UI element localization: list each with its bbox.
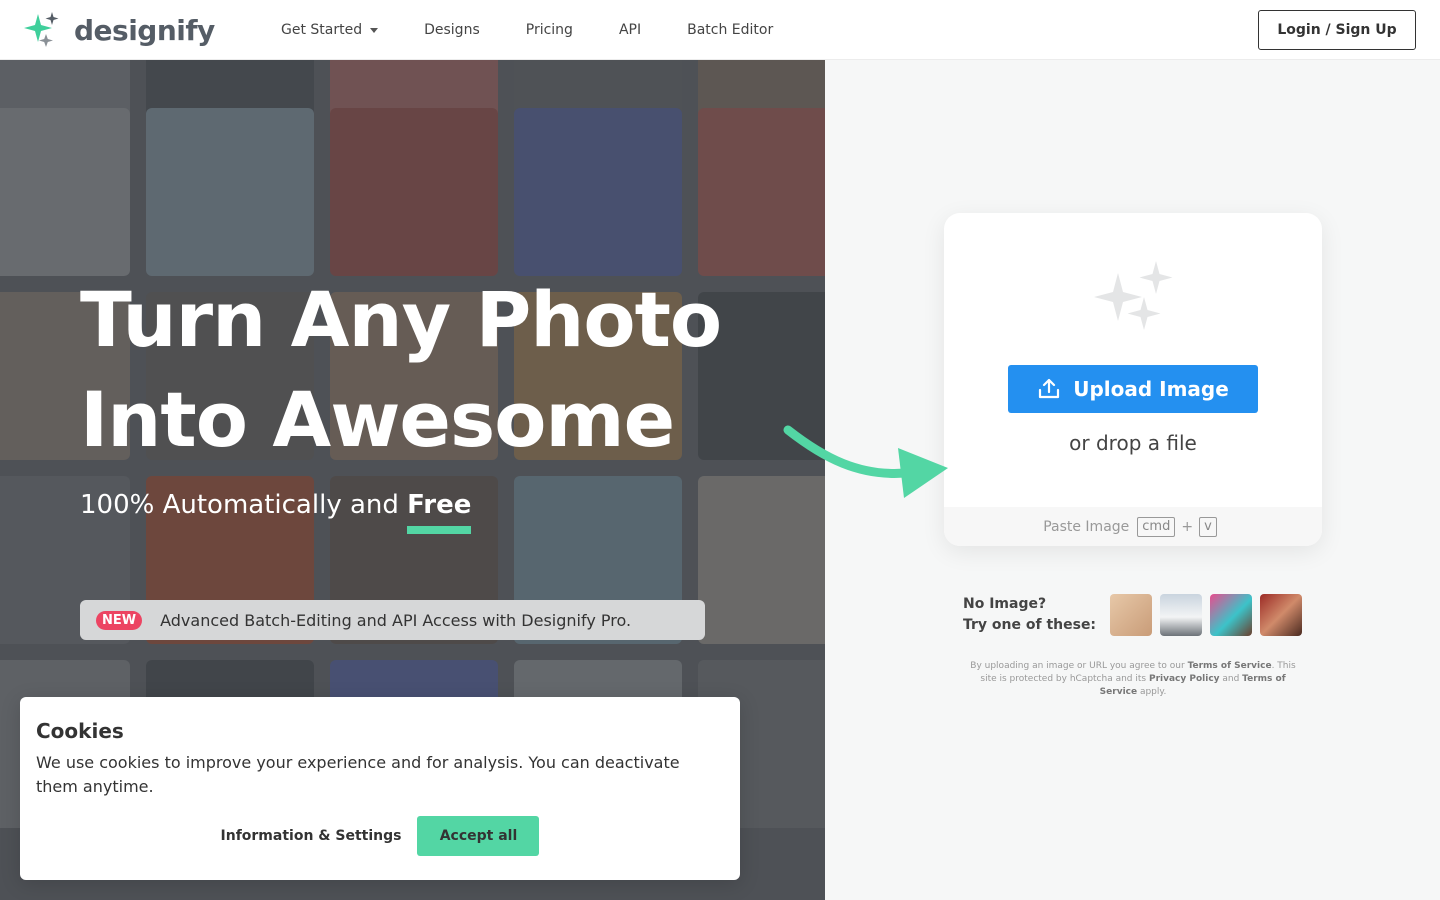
cookie-text: We use cookies to improve your experienc… [36, 753, 680, 796]
upload-image-label: Upload Image [1073, 377, 1229, 401]
logo[interactable]: designify [22, 10, 215, 50]
sparkles-icon [1094, 261, 1173, 330]
accept-all-button[interactable]: Accept all [417, 816, 540, 856]
drop-file-text: or drop a file [1069, 431, 1197, 455]
nav-batch-editor[interactable]: Batch Editor [687, 22, 773, 38]
upload-image-button[interactable]: Upload Image [1008, 365, 1258, 413]
logo-text: designify [74, 13, 215, 47]
nav-get-started-label: Get Started [281, 22, 363, 38]
top-header: designify Get Started Designs Pricing AP… [0, 0, 1440, 60]
upload-card[interactable]: Upload Image or drop a file Paste Image … [944, 213, 1322, 546]
paste-label: Paste Image [1043, 518, 1130, 535]
sample-thumb-woman[interactable] [1260, 594, 1303, 636]
nav-designs[interactable]: Designs [424, 22, 480, 38]
privacy-link[interactable]: Privacy Policy [1149, 674, 1220, 684]
cookie-banner: Cookies We use cookies to improve your e… [20, 697, 740, 880]
terms-text: By uploading an image or URL you agree t… [970, 661, 1188, 671]
cookie-title: Cookies [36, 719, 124, 743]
terms-text: and [1219, 674, 1243, 684]
cmd-key: cmd [1137, 516, 1176, 537]
sample-prompt: No Image? Try one of these: [963, 594, 1096, 636]
chevron-down-icon [370, 27, 379, 33]
sample-prompt-line1: No Image? [963, 596, 1047, 612]
terms-notice: By uploading an image or URL you agree t… [966, 660, 1300, 699]
sample-thumb-product[interactable] [1110, 594, 1153, 636]
paste-image-hint: Paste Image cmd + v [944, 507, 1322, 546]
pointing-arrow-icon [783, 425, 948, 498]
information-settings-button[interactable]: Information & Settings [221, 828, 402, 844]
hero-subtitle-free: Free [407, 490, 472, 534]
sparkle-logo-icon [24, 12, 59, 47]
hero-title: Turn Any Photo Into Awesome [80, 270, 722, 470]
upload-icon [1039, 378, 1060, 399]
main-nav: Get Started Designs Pricing API Batch Ed… [281, 0, 819, 60]
sample-thumb-car[interactable] [1160, 594, 1203, 636]
hero-subtitle: 100% Automatically and Free [80, 490, 472, 534]
cookie-actions: Information & Settings Accept all [20, 816, 740, 856]
sample-prompt-line2: Try one of these: [963, 617, 1097, 633]
sample-images: No Image? Try one of these: [963, 594, 1310, 636]
nav-api[interactable]: API [619, 22, 641, 38]
hero-title-line2: Into Awesome [80, 375, 675, 464]
nav-pricing[interactable]: Pricing [526, 22, 573, 38]
v-key: v [1199, 516, 1217, 537]
terms-link[interactable]: Terms of Service [1188, 661, 1272, 671]
nav-get-started[interactable]: Get Started [281, 22, 379, 38]
hero-subtitle-prefix: 100% Automatically and [80, 490, 408, 520]
hero-title-line1: Turn Any Photo [80, 275, 722, 364]
plus-sign: + [1181, 518, 1194, 535]
terms-text: apply. [1137, 687, 1167, 697]
sample-thumb-man[interactable] [1210, 594, 1253, 636]
promo-text: Advanced Batch-Editing and API Access wi… [160, 610, 632, 630]
promo-banner[interactable]: NEW Advanced Batch-Editing and API Acces… [80, 600, 705, 640]
new-badge: NEW [96, 610, 143, 630]
login-signup-button[interactable]: Login / Sign Up [1258, 10, 1416, 50]
